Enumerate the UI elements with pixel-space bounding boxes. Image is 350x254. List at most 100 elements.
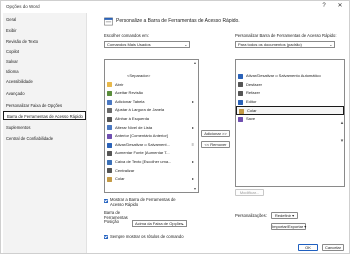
move-up-button[interactable]: ▴ — [339, 120, 345, 126]
sidebar-item-revisao[interactable]: Revisão de Texto — [3, 37, 86, 46]
grow-font-icon — [107, 151, 112, 157]
qat-item[interactable]: Desfazer — [236, 81, 344, 90]
scroll-up-icon[interactable]: ▲ — [193, 61, 198, 65]
qat-item[interactable]: Editor — [236, 98, 344, 107]
help-button[interactable]: ? — [319, 2, 329, 11]
choose-commands-value: Comandos Mais Usados — [107, 42, 151, 47]
command-item[interactable]: Adicionar Tabela ▸ — [105, 98, 198, 107]
page-header: Personalize a Barra de Ferramentas de Ac… — [116, 18, 240, 24]
previous-comment-icon — [107, 133, 112, 139]
command-label: Centralizar — [115, 167, 135, 173]
always-show-labels-label: Sempre mostrar os rótulos de comando — [110, 234, 184, 239]
command-label: Colar — [115, 176, 125, 182]
add-button[interactable]: Adicionar >> — [201, 130, 230, 137]
command-item[interactable]: Aumentar Fonte [Aumentar T... — [105, 149, 198, 158]
command-label: Anterior [Comentário Anterior] — [115, 133, 168, 139]
command-label: Aumentar Fonte [Aumentar T... — [115, 150, 170, 156]
submenu-arrow-icon: ▸ — [191, 176, 194, 182]
toolbar-position-label: Barra de Ferramentas Posição — [104, 210, 128, 225]
qat-item-label: Save — [246, 116, 256, 121]
chevron-down-icon: ⌄ — [181, 221, 185, 226]
qat-item[interactable]: Ativar/Desativar o Salvamento Automático — [236, 72, 344, 81]
command-label: Ajustar à Largura de Janela — [115, 107, 165, 113]
move-down-button[interactable]: ▾ — [339, 138, 345, 144]
qat-item-label: Ativar/Desativar o Salvamento Automático — [246, 73, 321, 78]
import-export-button-label: Importar/Exportar — [272, 224, 304, 229]
always-show-labels-checkbox[interactable] — [104, 235, 108, 239]
list-level-icon — [107, 125, 112, 131]
command-label: Abrir — [115, 81, 124, 87]
customize-qat-label: Personalizar Barra de Ferramentas de Ace… — [235, 33, 337, 38]
command-item[interactable]: Aceitar Revisão — [105, 89, 198, 98]
remove-button[interactable]: << Remover — [201, 141, 230, 148]
autosave-icon — [238, 73, 243, 79]
command-item[interactable]: Alterar Nível de Lista ▸ — [105, 124, 198, 133]
qat-item[interactable]: Refazer — [236, 89, 344, 98]
chevron-down-icon: ⌄ — [184, 42, 188, 47]
command-item[interactable]: Caixa de Texto [Escolher uma... ▸ — [105, 158, 198, 167]
qat-item-label: Desfazer — [246, 81, 263, 87]
undo-icon — [238, 82, 243, 88]
redo-icon — [238, 90, 243, 96]
toolbar-position-value: Acima da Faixa de Opções — [135, 221, 184, 226]
close-button[interactable]: ✕ — [335, 2, 345, 11]
show-below-ribbon-label: Mostrar a Barra de Ferramentas de Acesso… — [110, 197, 176, 207]
commands-list[interactable]: <Separador> Abrir Aceitar Revisão Adicio… — [104, 59, 199, 193]
sidebar-item-exibir[interactable]: Exibir — [3, 26, 86, 35]
qat-item-selected[interactable]: Colar — [236, 106, 344, 115]
customize-qat-value: Para todos os documentos (padrão) — [238, 42, 302, 47]
list-marker-icon: ≡ — [191, 141, 194, 147]
command-item[interactable]: <Separador> — [105, 72, 198, 81]
reset-button[interactable]: Redefinir ▾ — [271, 212, 298, 219]
command-item[interactable]: Anterior [Comentário Anterior] — [105, 132, 198, 141]
toolbar-position-select[interactable]: Acima da Faixa de Opções ⌄ — [132, 220, 187, 227]
sidebar-item-barra-acesso-rapido[interactable]: Barra de Ferramentas de Acesso Rápido — [3, 111, 86, 120]
fit-width-icon — [107, 108, 112, 114]
paste-icon — [107, 176, 112, 182]
sidebar-item-geral[interactable]: Geral — [3, 15, 86, 24]
sidebar-item-copilot[interactable]: Copilot — [3, 47, 86, 56]
sidebar-item-personalizar-faixa[interactable]: Personalizar Faixa de Opções — [3, 101, 86, 110]
command-item[interactable]: Abrir — [105, 81, 198, 90]
command-label: Ativar/Desativar o Salvament... — [115, 141, 170, 147]
save-icon — [238, 116, 243, 122]
command-item[interactable]: Ajustar à Largura de Janela — [105, 106, 198, 115]
submenu-arrow-icon: ▸ — [191, 124, 194, 130]
sidebar-item-suplementos[interactable]: Suplementos — [3, 123, 86, 132]
command-label: Aceitar Revisão — [115, 90, 144, 96]
command-label: <Separador> — [127, 73, 151, 78]
cancel-button[interactable]: Cancelar — [322, 244, 344, 251]
chevron-down-icon: ▾ — [292, 213, 295, 218]
chevron-down-icon: ▾ — [304, 224, 307, 229]
command-label: Adicionar Tabela — [115, 98, 145, 104]
sidebar-item-acessibilidade[interactable]: Acessibilidade — [3, 77, 86, 86]
scroll-down-icon[interactable]: ▼ — [193, 187, 198, 191]
sidebar-item-idioma[interactable]: Idioma — [3, 67, 86, 76]
command-item[interactable]: Centralizar — [105, 167, 198, 176]
import-export-button[interactable]: Importar/Exportar ▾ — [271, 223, 306, 230]
command-item[interactable]: Colar ▸ — [105, 175, 198, 184]
choose-commands-select[interactable]: Comandos Mais Usados ⌄ — [104, 41, 190, 48]
qat-list[interactable]: Ativar/Desativar o Salvamento Automático… — [235, 59, 345, 187]
sidebar-item-salvar[interactable]: Salvar — [3, 57, 86, 66]
command-item[interactable]: Ativar/Desativar o Salvament... ≡ — [105, 141, 198, 150]
quick-access-toolbar-icon — [104, 17, 113, 26]
ok-button[interactable]: OK — [298, 244, 318, 251]
text-box-icon — [107, 159, 112, 165]
qat-item[interactable]: Save — [236, 115, 344, 124]
reset-button-label: Redefinir — [274, 213, 291, 218]
autosave-icon — [107, 142, 112, 148]
sidebar-item-avancado[interactable]: Avançado — [3, 89, 86, 98]
options-window: Opções do Word ? ✕ Geral Exibir Revisão … — [0, 0, 350, 254]
command-item[interactable]: Alinhar à Esquerda — [105, 115, 198, 124]
qat-item-label: Editor — [246, 98, 257, 104]
modify-button[interactable]: Modificar... — [235, 189, 264, 196]
customizations-label: Personalizações: — [235, 213, 267, 218]
customize-qat-select[interactable]: Para todos os documentos (padrão) ⌄ — [235, 41, 335, 48]
paste-icon — [239, 109, 244, 115]
sidebar-item-central-confiabilidade[interactable]: Central de Confiabilidade — [3, 134, 86, 143]
main-panel: Personalize a Barra de Ferramentas de Ac… — [91, 13, 349, 253]
table-icon — [107, 99, 112, 105]
show-below-ribbon-checkbox[interactable] — [104, 199, 108, 203]
editor-icon — [238, 99, 243, 105]
